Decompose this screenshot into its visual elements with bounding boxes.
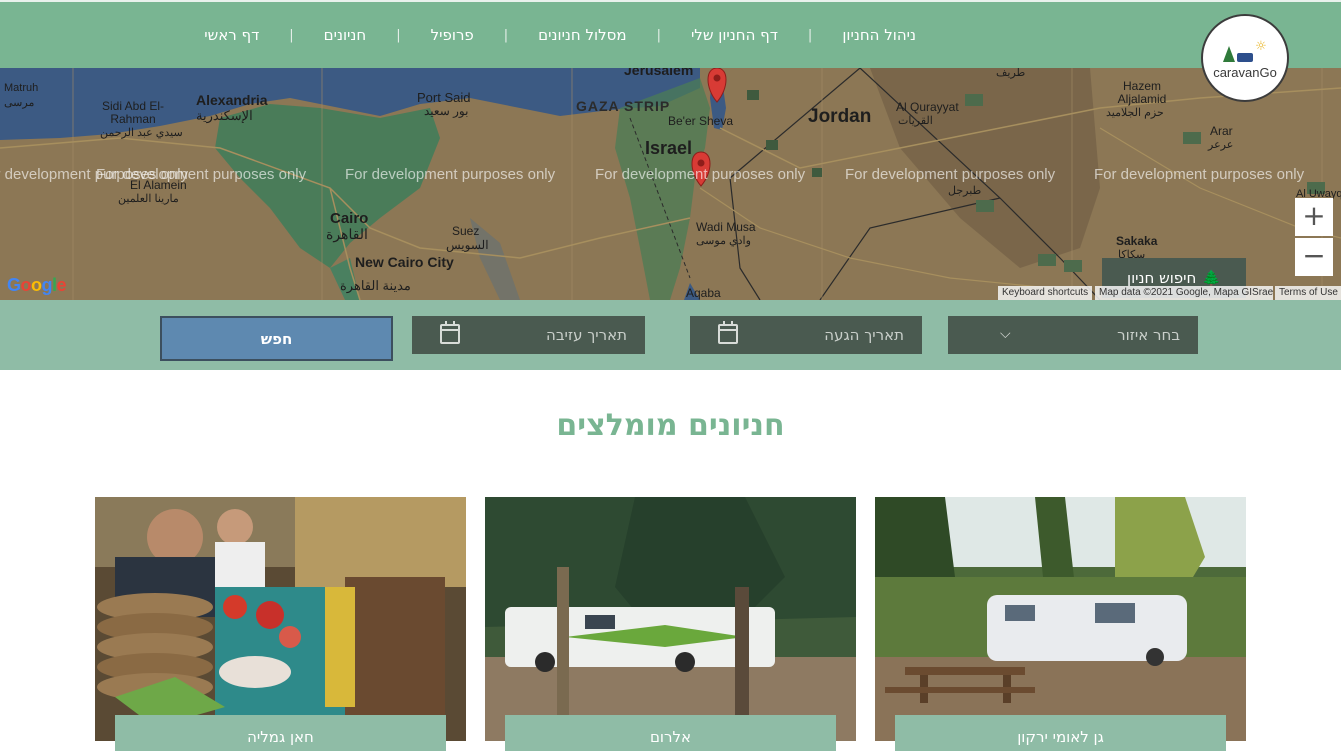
dev-watermark: For development purposes only <box>345 166 556 183</box>
campsite-photo <box>95 497 466 741</box>
campsite-card[interactable]: חאן גמליה <box>95 497 466 751</box>
map-label-hazem-ar: حزم الجلاميد <box>1106 107 1164 119</box>
logo-graphic: ☼ <box>1223 40 1267 62</box>
campsite-card[interactable]: גן לאומי ירקון <box>875 497 1246 751</box>
nav-item-campsites[interactable]: חניונים <box>294 26 397 44</box>
nav-separator: | <box>503 27 509 43</box>
campsite-card[interactable]: אלרום <box>485 497 856 751</box>
region-select[interactable]: בחר איזור ⌵ <box>948 316 1198 354</box>
tree-icon: 🌲 <box>1202 269 1222 287</box>
map-view[interactable]: Matruh مرسى Sidi Abd El-Rahman سيدي عبد … <box>0 68 1341 300</box>
map-label-hazem: Hazem Aljalamid <box>1117 79 1167 106</box>
map-label-jordan: Jordan <box>808 106 872 127</box>
tree-icon <box>1223 46 1236 62</box>
map-label-tabarjal: طبرجل <box>948 185 982 197</box>
map-label-sidi: Sidi Abd El-Rahman <box>101 99 165 126</box>
terms-of-use-link[interactable]: Terms of Use <box>1275 286 1341 300</box>
dev-watermark: For development purposes only <box>1094 166 1305 183</box>
map-label-alexandria: Alexandria <box>196 92 268 108</box>
calendar-icon <box>440 321 460 344</box>
map-label-cairo: Cairo <box>330 210 369 227</box>
google-logo: Google <box>7 275 67 295</box>
search-bar: בחר איזור ⌵ תאריך הגעה תאריך עזיבה חפש <box>0 300 1341 370</box>
map-label-alamein-ar: مارينا العلمين <box>118 193 179 205</box>
map-label-israel: Israel <box>645 138 693 158</box>
map-label-jerusalem: Jerusalem <box>624 68 694 78</box>
campsite-photo <box>485 497 856 741</box>
campsite-card-name[interactable]: גן לאומי ירקון <box>895 715 1226 751</box>
nav-item-home[interactable]: דף ראשי <box>174 26 289 44</box>
nav-item-profile[interactable]: פרופיל <box>401 26 504 44</box>
recommended-title: חניונים מומלצים <box>556 408 785 443</box>
map-label-alexandria-ar: الإسكندرية <box>196 108 253 123</box>
departure-date-placeholder: תאריך עזיבה <box>546 326 627 344</box>
map-label-beersheva: Be'er Sheva <box>668 114 733 128</box>
region-select-placeholder: בחר איזור <box>1117 326 1180 344</box>
map-label-cairo-ar: القاهرة <box>326 226 368 242</box>
search-button[interactable]: חפש <box>160 316 393 361</box>
caravango-logo[interactable]: ☼ caravanGo <box>1201 14 1289 102</box>
dev-watermark: For development purposes only <box>96 166 307 183</box>
campsite-photo <box>875 497 1246 741</box>
map-label-new-cairo-ar: مدينة القاهرة <box>340 278 411 293</box>
map-label-portsaid-ar: بور سعيد <box>424 104 469 118</box>
nav-item-manage-campsite[interactable]: ניהול החניון <box>812 26 946 44</box>
nav-separator: | <box>807 27 813 43</box>
campsite-card-name[interactable]: חאן גמליה <box>115 715 446 751</box>
map-label-sakaka: Sakaka <box>1116 234 1158 248</box>
nav-links: דף ראשי | חניונים | פרופיל | מסלול חניונ… <box>174 2 946 68</box>
top-nav: דף ראשי | חניונים | פרופיל | מסלול חניונ… <box>0 0 1341 68</box>
nav-item-route[interactable]: מסלול חניונים <box>508 26 656 44</box>
map-label-matruh-ar: مرسى <box>4 97 35 109</box>
logo-text: caravanGo <box>1213 65 1277 80</box>
calendar-icon <box>718 321 738 344</box>
arrival-date-placeholder: תאריך הגעה <box>824 326 904 344</box>
map-label-portsaid: Port Said <box>417 90 471 105</box>
search-campsite-label: חיפוש חניון <box>1126 269 1197 287</box>
map-label-turaif: طريف <box>996 68 1026 79</box>
campsite-card-name[interactable]: אלרום <box>505 715 836 751</box>
map-label-arar-ar: عرعر <box>1208 139 1234 151</box>
nav-separator: | <box>289 27 294 43</box>
map-label-qurayyat: Al Qurayyat <box>896 100 959 114</box>
nav-separator: | <box>656 27 661 43</box>
map-label-aqaba: Aqaba <box>686 286 721 300</box>
map-label-new-cairo: New Cairo City <box>355 254 454 270</box>
map-label-suez-ar: السويس <box>446 238 489 252</box>
arrival-date-field[interactable]: תאריך הגעה <box>690 316 922 354</box>
map-data-attribution: Map data ©2021 Google, Mapa GISrael <box>1095 286 1273 300</box>
departure-date-field[interactable]: תאריך עזיבה <box>412 316 645 354</box>
map-label-suez: Suez <box>452 224 480 238</box>
map-label-arar: Arar <box>1210 124 1233 138</box>
map-label-gaza: GAZA STRIP <box>576 98 671 114</box>
keyboard-shortcuts-link[interactable]: Keyboard shortcuts <box>998 286 1093 300</box>
sun-icon: ☼ <box>1255 39 1267 54</box>
map-label-sidi-ar: سيدي عبد الرحمن <box>100 127 183 139</box>
chevron-down-icon: ⌵ <box>1000 326 1011 342</box>
nav-item-my-campsite[interactable]: דף החניון שלי <box>661 26 808 44</box>
map-label-qurayyat-ar: القريات <box>898 115 933 127</box>
nav-separator: | <box>396 27 401 43</box>
zoom-out-button[interactable]: − <box>1295 238 1333 276</box>
caravan-icon <box>1237 53 1254 62</box>
map-label-wadi-musa: Wadi Musa <box>696 220 756 234</box>
dev-watermark: For development purposes only <box>595 166 806 183</box>
dev-watermark: For development purposes only <box>845 166 1056 183</box>
map-label-wadi-musa-ar: وادي موسى <box>696 235 751 247</box>
map-label-matruh: Matruh <box>4 82 39 94</box>
zoom-in-button[interactable]: + <box>1295 198 1333 236</box>
